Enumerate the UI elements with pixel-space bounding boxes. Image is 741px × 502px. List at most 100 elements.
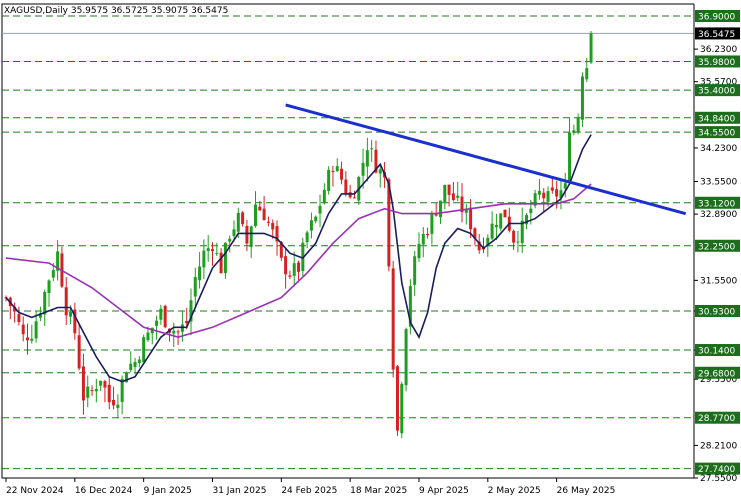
candle-body [180,324,184,332]
candle-body [176,331,180,333]
candle-body [288,275,292,277]
price-axis: 36.230035.570034.230033.550032.890031.55… [693,0,741,502]
candle-body [90,390,94,392]
candle-body [202,250,206,268]
candle-body [546,191,550,202]
candle-body [494,224,498,228]
candle-body [555,189,559,197]
candle-body [17,314,21,323]
candle-body [51,270,55,278]
candle-body [322,189,326,204]
x-tick-label: 9 Jan 2025 [144,486,192,496]
y-tick-label: 28.2100 [700,441,737,451]
level-label: 34.5500 [698,129,735,139]
candle-body [77,335,81,369]
candle-body [413,256,417,285]
candle-body [395,366,399,431]
candle-body [292,263,296,276]
candle-body [391,268,395,370]
level-label: 30.1400 [698,347,735,357]
candle-body [236,212,240,232]
candle-body [447,184,451,195]
candle-body [340,168,344,180]
candle-body [103,381,107,388]
y-tick-label: 27.5500 [700,474,737,484]
candle-body [262,208,266,221]
candle-body [271,222,275,230]
candle-body [426,233,430,236]
candle-body [228,238,232,242]
candle-body [378,169,382,174]
candle-body [438,200,442,218]
candle-body [576,117,580,133]
candle-body [499,213,503,229]
candle-body [43,291,47,315]
candle-body [107,384,111,403]
level-label: 32.2500 [698,242,735,252]
candle-body [417,243,421,259]
candle-body [585,68,589,80]
price-chart[interactable]: 36.230035.570034.230033.550032.890031.55… [0,0,741,502]
candle-body [537,190,541,195]
candle-body [232,229,236,236]
candle-body [335,166,339,172]
candle-body [421,233,425,245]
candle-body [451,193,455,201]
candle-body [193,277,197,297]
candle-body [365,150,369,167]
candle-body [370,148,374,150]
candle-body [21,324,25,335]
level-label: 28.7700 [698,414,735,424]
candle-body [327,169,331,191]
candle-body [490,223,494,239]
level-label: 33.1200 [698,199,735,209]
candle-body [348,192,352,198]
x-tick-label: 18 Mar 2025 [350,486,407,496]
x-tick-label: 9 Apr 2025 [419,486,469,496]
candle-body [305,232,309,243]
candle-body [81,366,85,401]
candle-body [589,33,593,63]
level-label: 35.9800 [698,58,735,68]
chart-background [0,0,741,502]
level-label: 27.7400 [698,465,735,475]
candle-body [155,320,159,326]
candle-body [258,206,262,211]
candle-body [361,162,365,176]
candle-body [133,361,137,368]
candle-body [318,205,322,214]
y-tick-label: 31.5500 [700,276,737,286]
candle-body [26,337,30,341]
candle-body [469,207,473,230]
candle-body [137,359,141,364]
candle-body [572,130,576,134]
x-tick-label: 24 Feb 2025 [281,486,337,496]
candle-body [142,337,146,363]
candle-body [206,248,210,251]
candle-body [146,332,150,341]
candle-body [241,212,245,225]
candle-body [503,209,507,218]
candle-body [30,338,34,341]
candle-body [266,221,270,223]
level-label: 36.9000 [698,13,735,23]
candle-body [550,187,554,191]
candle-body [94,389,98,392]
x-tick-label: 26 May 2025 [557,486,616,496]
current-price-label: 36.5475 [698,30,735,40]
candle-body [198,266,202,281]
candle-body [568,132,572,182]
candle-body [580,76,584,120]
candle-body [516,241,520,243]
candle-body [129,363,133,371]
candle-body [400,383,404,434]
candle-body [34,321,38,339]
candle-body [99,380,103,386]
candle-body [404,329,408,386]
candle-body [284,256,288,275]
x-tick-label: 22 Nov 2024 [6,486,64,496]
candle-body [172,330,176,334]
candle-body [112,399,116,406]
x-tick-label: 31 Jan 2025 [212,486,266,496]
candle-body [159,308,163,320]
